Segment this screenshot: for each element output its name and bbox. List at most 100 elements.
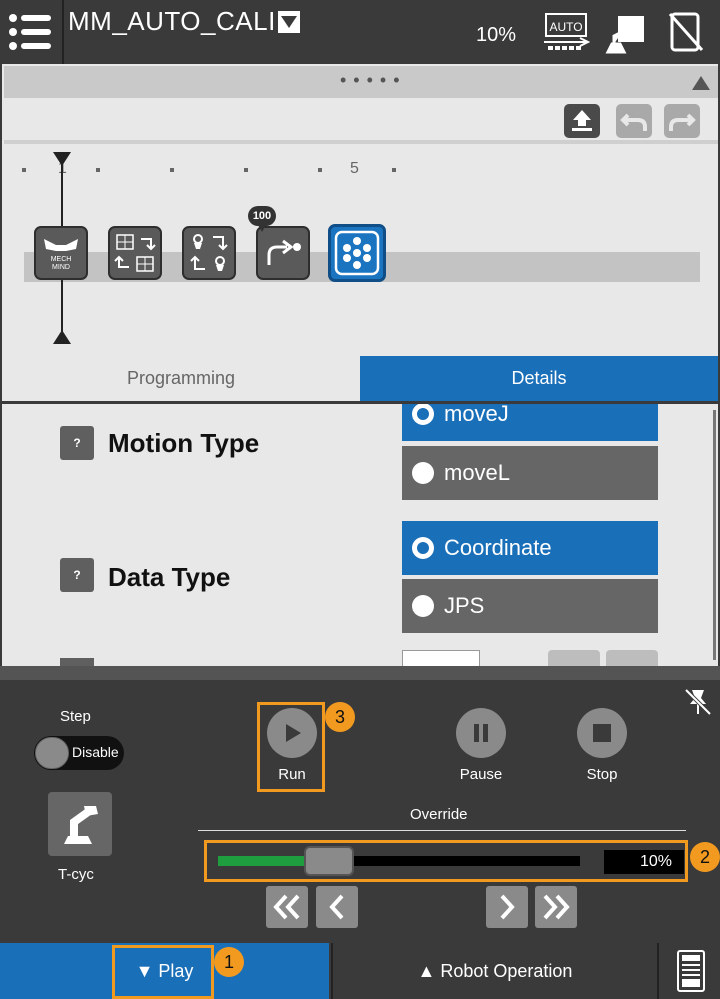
cycle-mode-label: T-cyc: [58, 866, 94, 883]
pause-icon: [474, 724, 488, 742]
drag-handle-icon: • • • • •: [340, 70, 401, 90]
panel-tabs: Programming Details: [0, 356, 720, 404]
robot-arm-icon: [64, 806, 98, 844]
teach-pendant-screen: MM_AUTO_CALI 10% AUTO • • • • • 5 MECH M…: [0, 0, 720, 999]
radio-checked-icon: [412, 537, 434, 559]
timeline-tick: [392, 168, 396, 172]
next-field-input[interactable]: [402, 650, 480, 666]
option-coordinate[interactable]: Coordinate: [402, 521, 658, 575]
double-chevron-left-icon: [273, 894, 300, 920]
option-jps[interactable]: JPS: [402, 579, 658, 633]
robot-operation-toggle[interactable]: ▲ Robot Operation: [331, 943, 659, 999]
unpin-icon[interactable]: [682, 686, 714, 718]
undo-icon: [620, 113, 647, 131]
callout-3: 3: [325, 702, 355, 732]
step-toggle-state: Disable: [72, 744, 119, 760]
bottom-bar: ▼ Play 1 ▲ Robot Operation: [0, 943, 720, 999]
cursor-top-marker: [53, 152, 71, 166]
step-forward-button[interactable]: [486, 886, 528, 928]
data-type-label: Data Type: [108, 562, 231, 592]
coordinate-swap-icon: [114, 234, 156, 272]
radio-unchecked-icon: [412, 595, 434, 617]
timeline-tick: [244, 168, 248, 172]
details-scrollbar[interactable]: [713, 410, 716, 660]
collapse-up-icon[interactable]: [692, 76, 710, 90]
selected-step[interactable]: [328, 224, 386, 282]
undo-button[interactable]: [616, 104, 652, 138]
play-highlight-box: [112, 945, 214, 999]
run-highlight-box: [257, 702, 325, 792]
auto-mode-label: AUTO: [549, 20, 582, 34]
step-label: Step: [60, 708, 91, 725]
robot-swap-icon: [190, 234, 228, 271]
play-panel: Step Disable T-cyc Run Pause Stop 3 Over…: [0, 666, 720, 943]
timeline-mark-5: 5: [350, 160, 359, 177]
override-value: 10%: [604, 850, 684, 874]
timeline-tick: [318, 168, 322, 172]
robot-connection-icon[interactable]: [604, 12, 648, 56]
robot-swap-step[interactable]: [182, 226, 236, 280]
cycle-mode-button[interactable]: [48, 792, 112, 856]
stop-button[interactable]: Stop: [562, 708, 642, 783]
main-menu-button[interactable]: [0, 0, 64, 64]
timeline-tick: [22, 168, 26, 172]
cursor-bottom-marker: [53, 330, 71, 344]
edit-toolbar: [4, 100, 718, 144]
program-selector[interactable]: MM_AUTO_CALI: [68, 6, 300, 37]
auto-mode-icon[interactable]: AUTO: [542, 12, 590, 52]
hamburger-icon: [9, 14, 51, 50]
motion-type-label: Motion Type: [108, 428, 260, 458]
program-timeline[interactable]: 1 5 MECH MIND: [4, 148, 718, 356]
mech-mind-logo-icon: MECH MIND: [44, 239, 78, 271]
option-movel[interactable]: moveL: [402, 446, 658, 500]
step-backward-button[interactable]: [316, 886, 358, 928]
redo-icon: [669, 113, 696, 131]
upload-button[interactable]: [564, 104, 600, 138]
calibration-step[interactable]: [108, 226, 162, 280]
data-type-help-button[interactable]: ?: [60, 558, 94, 592]
speed-indicator: 10%: [476, 24, 517, 46]
toggle-knob: [35, 737, 69, 769]
svg-text:MECH: MECH: [51, 256, 72, 263]
option-movej[interactable]: moveJ: [402, 404, 658, 441]
next-help-button[interactable]: [60, 658, 94, 666]
upload-icon: [572, 110, 592, 131]
override-label: Override: [410, 806, 468, 823]
double-chevron-right-icon: [543, 894, 570, 920]
pendant-button[interactable]: [661, 943, 720, 999]
stop-label: Stop: [586, 766, 618, 783]
pause-label: Pause: [459, 766, 503, 783]
motion-type-help-button[interactable]: ?: [60, 426, 94, 460]
no-device-icon[interactable]: [668, 12, 704, 52]
radio-unchecked-icon: [412, 462, 434, 484]
redo-button[interactable]: [664, 104, 700, 138]
pause-button[interactable]: Pause: [441, 708, 521, 783]
program-area: • • • • • 1: [0, 64, 720, 356]
fast-backward-button[interactable]: [266, 886, 308, 928]
tab-details[interactable]: Details: [360, 356, 718, 401]
teach-pendant-icon: [676, 950, 705, 992]
timeline-tick: [96, 168, 100, 172]
timeline-tick: [170, 168, 174, 172]
move-step[interactable]: [256, 226, 310, 280]
mech-mind-step[interactable]: MECH MIND: [34, 226, 88, 280]
override-slider-track[interactable]: [218, 856, 580, 866]
fast-forward-button[interactable]: [535, 886, 577, 928]
grid-dots-icon: [334, 230, 380, 276]
override-slider-handle[interactable]: [304, 846, 354, 876]
chevron-right-icon: [500, 894, 515, 920]
collapse-bar[interactable]: • • • • •: [4, 66, 718, 98]
chevron-left-icon: [329, 894, 344, 920]
override-slider-fill: [218, 856, 316, 866]
dropdown-icon: [277, 10, 300, 33]
callout-2: 2: [690, 842, 720, 872]
stop-icon: [593, 724, 611, 742]
step-toggle[interactable]: Disable: [34, 736, 124, 770]
motion-path-icon: [267, 239, 301, 265]
waypoint-badge: 100: [248, 206, 276, 232]
next-field-button-b[interactable]: [606, 650, 658, 666]
svg-text:MIND: MIND: [52, 264, 70, 271]
callout-1: 1: [214, 947, 244, 977]
next-field-button-a[interactable]: [548, 650, 600, 666]
tab-programming[interactable]: Programming: [2, 356, 360, 401]
